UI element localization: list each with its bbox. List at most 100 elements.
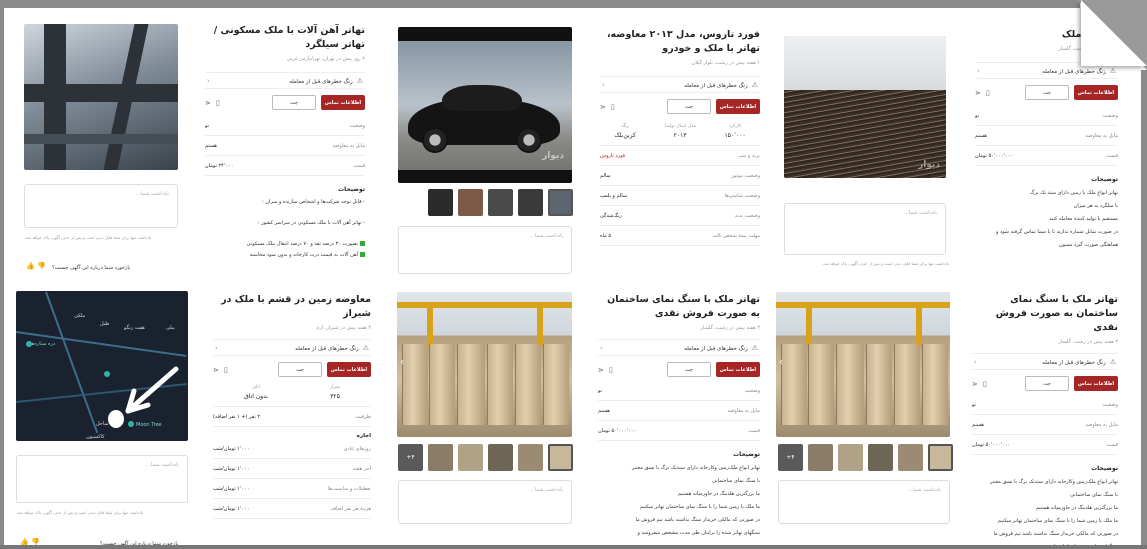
frame-edge	[0, 545, 1147, 549]
warning-icon: ⚠	[362, 343, 369, 352]
description-heading: توضیحات	[1091, 465, 1118, 472]
frame-edge	[0, 0, 1080, 8]
land-ad-info: معاوضه زمین در قشم با ملک در شیراز ۳ هفت…	[213, 293, 371, 519]
chevron-left-icon[interactable]: ‹	[400, 357, 404, 368]
ad-subtitle: ۳ هفته پیش در رشت، گلسار	[700, 325, 760, 331]
stone-slabs-photo[interactable]: ‹	[776, 292, 950, 437]
feedback-buttons[interactable]: 👍 👎	[26, 262, 46, 270]
share-icon[interactable]: ⋖	[975, 89, 981, 97]
photo-thumbnails[interactable]: +۴	[398, 444, 573, 471]
note-hint: یادداشت تنها برای شما قابل دیدن است و پس…	[16, 510, 144, 515]
risk-warning-row[interactable]: ⚠زنگ خطرهای قبل از معامله ‹	[972, 353, 1118, 370]
description-heading: توضیحات	[733, 451, 760, 458]
share-icon[interactable]: ⋖	[205, 99, 211, 107]
contact-info-button[interactable]: اطلاعات تماس	[1074, 376, 1118, 391]
chevron-left-icon: ‹	[977, 66, 980, 75]
thumb-up-icon[interactable]: 👍	[26, 262, 35, 270]
warning-icon: ⚠	[751, 343, 758, 352]
note-input[interactable]: یادداشت شما...	[778, 480, 950, 524]
car-photo[interactable]: دیوار	[398, 27, 572, 183]
bookmark-icon[interactable]: ▯	[983, 380, 987, 388]
stone-slabs-photo[interactable]: ‹	[397, 292, 572, 437]
description-heading: توضیحات	[1091, 176, 1118, 183]
thumb-down-icon[interactable]: 👎	[37, 262, 46, 270]
contact-info-button[interactable]: اطلاعات تماس	[321, 95, 365, 110]
stone-b-ad-info: تهاتر ملک با سنگ نمای ساختمان به صورت فر…	[972, 293, 1118, 549]
chevron-left-icon[interactable]: ‹	[779, 357, 783, 368]
bookmark-icon[interactable]: ▯	[986, 89, 990, 97]
page-curl	[1081, 0, 1147, 66]
thumbnail[interactable]	[488, 189, 513, 216]
stone-a-ad-info: تهاتر ملک با سنگ نمای ساختمان به صورت فر…	[598, 293, 760, 540]
rebar-photo[interactable]: دیوار	[784, 36, 946, 178]
photo-thumbnails[interactable]: +۴	[778, 444, 953, 471]
description-text: - قابل توجه شرکت‌ها و اشخاص سازنده و سرا…	[246, 199, 365, 258]
thumbnail[interactable]	[428, 444, 453, 471]
chevron-left-icon: ‹	[600, 343, 603, 352]
contact-info-button[interactable]: اطلاعات تماس	[716, 99, 760, 114]
ad-title: تهاتر ملک با سنگ نمای ساختمان به صورت فر…	[607, 294, 760, 319]
chat-button[interactable]: چت	[1025, 376, 1069, 391]
warning-icon: ⚠	[356, 76, 363, 85]
chevron-left-icon: ‹	[974, 357, 977, 366]
note-hint: یادداشت تنها برای شما قابل دیدن است و پس…	[24, 235, 152, 240]
share-icon[interactable]: ⋖	[598, 366, 604, 374]
thumbnail[interactable]	[898, 444, 923, 471]
note-input[interactable]: یادداشت شما...	[16, 455, 188, 503]
thumbnail[interactable]	[808, 444, 833, 471]
risk-warning-row[interactable]: ⚠زنگ خطرهای قبل از معامله ‹	[598, 339, 760, 356]
steel-structure-photo[interactable]	[24, 24, 178, 170]
description-text: تهاتر انواع ملک با زمین دارای سند تک برگ…	[995, 190, 1118, 248]
thumbnail[interactable]	[518, 189, 543, 216]
note-hint: یادداشت تنها برای شما قابل دیدن است و پس…	[822, 261, 950, 266]
bookmark-icon[interactable]: ▯	[216, 99, 220, 107]
risk-warning-row[interactable]: ⚠زنگ خطرهای قبل از معامله ‹	[600, 76, 760, 93]
ad-subtitle: ۳ هفته پیش در شیراز، ارم	[316, 325, 371, 331]
share-icon[interactable]: ⋖	[600, 103, 606, 111]
frame-edge	[1141, 70, 1147, 549]
thumbnail[interactable]: +۴	[398, 444, 423, 471]
contact-info-button[interactable]: اطلاعات تماس	[1074, 85, 1118, 100]
chat-button[interactable]: چت	[1025, 85, 1069, 100]
contact-info-button[interactable]: اطلاعات تماس	[716, 362, 760, 377]
chat-button[interactable]: چت	[272, 95, 316, 110]
thumbnail[interactable]	[868, 444, 893, 471]
feedback-question: بازخورد شما درباره این آگهی چیست؟	[52, 265, 131, 271]
note-input[interactable]: یادداشت شما...	[24, 184, 178, 228]
thumbnail[interactable]	[548, 444, 573, 471]
ad-title: فورد تاروس، مدل ۲۰۱۳ معاوضه، تهاتر با مل…	[606, 29, 760, 54]
contact-info-button[interactable]: اطلاعات تماس	[327, 362, 371, 377]
thumbnail[interactable]	[928, 444, 953, 471]
thumbnail[interactable]	[428, 189, 453, 216]
risk-warning-row[interactable]: ⚠زنگ خطرهای قبل از معامله ‹	[205, 72, 365, 89]
chevron-left-icon: ‹	[215, 343, 218, 352]
share-icon[interactable]: ⋖	[972, 380, 978, 388]
description-text: تهاتر انواع ملک‌زمین وکارخانه دارای سندت…	[632, 465, 760, 536]
warning-icon: ⚠	[751, 80, 758, 89]
map-photo[interactable]: ملکی طبل هفت رنگو بیلی دره ستاره‌ها Moon…	[16, 291, 188, 441]
bookmark-icon[interactable]: ▯	[609, 366, 613, 374]
thumbnail[interactable]	[458, 444, 483, 471]
screenshot-collage: یادداشت شما... یادداشت تنها برای شما قاب…	[0, 0, 1147, 549]
bookmark-icon[interactable]: ▯	[611, 103, 615, 111]
frame-edge	[0, 0, 4, 549]
thumbnail[interactable]: +۴	[778, 444, 803, 471]
risk-warning-row[interactable]: ⚠زنگ خطرهای قبل از معامله ‹	[213, 339, 371, 356]
note-input[interactable]: یادداشت شما...	[398, 480, 572, 524]
thumbnail[interactable]	[488, 444, 513, 471]
bookmark-icon[interactable]: ▯	[224, 366, 228, 374]
chat-button[interactable]: چت	[278, 362, 322, 377]
photo-thumbnails[interactable]	[428, 189, 573, 216]
chat-button[interactable]: چت	[667, 362, 711, 377]
chat-button[interactable]: چت	[667, 99, 711, 114]
chevron-left-icon: ‹	[602, 80, 605, 89]
thumbnail[interactable]	[518, 444, 543, 471]
note-input[interactable]: یادداشت شما...	[784, 203, 946, 255]
share-icon[interactable]: ⋖	[213, 366, 219, 374]
thumbnail[interactable]	[458, 189, 483, 216]
description-text: تهاتر انواع ملک‌زمین وکارخانه دارای سندت…	[990, 479, 1118, 549]
note-input[interactable]: یادداشت شما...	[398, 226, 572, 274]
ad-title: معاوضه زمین در قشم با ملک در شیراز	[221, 294, 371, 319]
thumbnail[interactable]	[548, 189, 573, 216]
thumbnail[interactable]	[838, 444, 863, 471]
